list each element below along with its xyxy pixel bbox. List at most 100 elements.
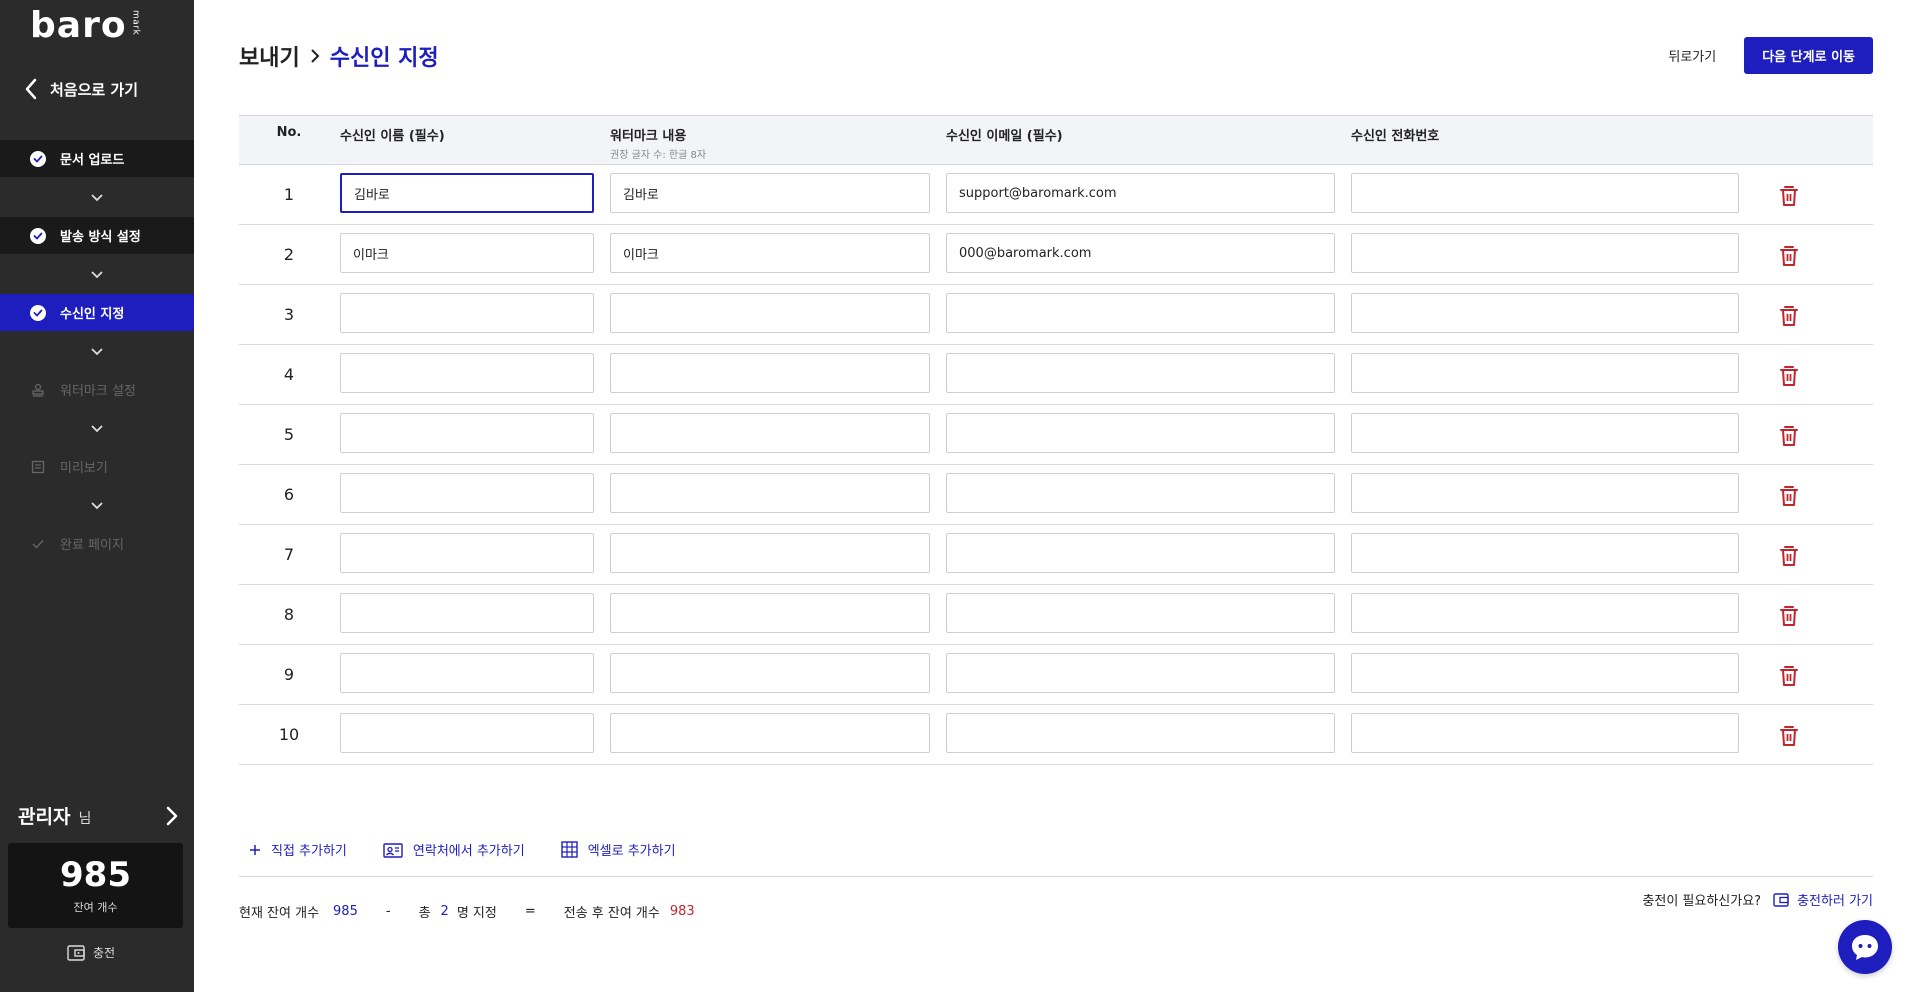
- recipient-phone-input[interactable]: [1351, 233, 1739, 273]
- after-balance-label: 전송 후 잔여 개수: [563, 906, 660, 921]
- back-home-link[interactable]: 처음으로 가기: [24, 78, 138, 100]
- after-balance-value: 983: [669, 904, 695, 919]
- back-button[interactable]: 뒤로가기: [1668, 46, 1716, 65]
- breadcrumb-current: 수신인 지정: [329, 46, 439, 71]
- add-contacts-label: 연락처에서 추가하기: [412, 844, 525, 859]
- watermark-input[interactable]: [610, 653, 930, 693]
- recipient-email-input[interactable]: [946, 293, 1335, 333]
- recipient-name-input[interactable]: [340, 233, 594, 273]
- recipient-email-input[interactable]: [946, 413, 1335, 453]
- table-row: 9: [239, 645, 1873, 705]
- breadcrumb-root[interactable]: 보내기: [239, 40, 300, 72]
- plus-icon: [250, 844, 260, 855]
- add-excel-label: 엑셀로 추가하기: [587, 844, 676, 859]
- add-contacts-button[interactable]: 연락처에서 추가하기: [383, 840, 525, 859]
- step-send-method[interactable]: 발송 방식 설정: [0, 217, 194, 254]
- recipient-email-input[interactable]: [946, 593, 1335, 633]
- recipient-name-input[interactable]: [340, 653, 594, 693]
- recipient-name-input[interactable]: [340, 173, 594, 213]
- recipient-name-input[interactable]: [340, 473, 594, 513]
- recipient-phone-input[interactable]: [1351, 413, 1739, 453]
- table-header: No. 수신인 이름 (필수) 워터마크 내용 권장 글자 수: 한글 8자 수…: [239, 115, 1873, 165]
- charge-link[interactable]: 충전: [67, 944, 115, 961]
- recipient-phone-input[interactable]: [1351, 533, 1739, 573]
- recipient-email-input[interactable]: [946, 233, 1335, 273]
- admin-profile[interactable]: 관리자 님: [18, 802, 178, 829]
- trash-icon[interactable]: [1779, 605, 1799, 627]
- recipient-email-input[interactable]: [946, 353, 1335, 393]
- table-row: 5: [239, 405, 1873, 465]
- recipient-name-input[interactable]: [340, 593, 594, 633]
- recipient-phone-input[interactable]: [1351, 713, 1739, 753]
- admin-name-text: 관리자: [18, 806, 71, 828]
- recipient-phone-input[interactable]: [1351, 353, 1739, 393]
- watermark-input[interactable]: [610, 173, 930, 213]
- current-balance-label: 현재 잔여 개수: [239, 906, 320, 921]
- trash-icon[interactable]: [1779, 485, 1799, 507]
- recipient-name-input[interactable]: [340, 293, 594, 333]
- recipient-name-input[interactable]: [340, 353, 594, 393]
- step-connector: [0, 177, 194, 217]
- admin-suffix: 님: [78, 811, 92, 827]
- recipient-email-input[interactable]: [946, 533, 1335, 573]
- grid-icon: [560, 841, 578, 858]
- step-connector: [0, 408, 194, 448]
- recipient-email-input[interactable]: [946, 173, 1335, 213]
- watermark-input[interactable]: [610, 593, 930, 633]
- add-direct-button[interactable]: 직접 추가하기: [249, 840, 347, 859]
- watermark-input[interactable]: [610, 413, 930, 453]
- total-prefix: 총: [418, 906, 431, 921]
- charge-prompt: 충전이 필요하신가요? 충전하러 가기: [1642, 890, 1873, 909]
- stamp-icon: [30, 382, 46, 398]
- row-number: 2: [283, 245, 295, 264]
- watermark-input[interactable]: [610, 353, 930, 393]
- recipient-phone-input[interactable]: [1351, 293, 1739, 333]
- recipient-phone-input[interactable]: [1351, 593, 1739, 633]
- header-actions: 뒤로가기 다음 단계로 이동: [1668, 37, 1873, 74]
- row-number: 6: [283, 485, 295, 504]
- chevron-left-icon: [25, 78, 37, 100]
- go-charge-label: 충전하러 가기: [1797, 894, 1873, 909]
- trash-icon[interactable]: [1779, 365, 1799, 387]
- trash-icon[interactable]: [1779, 545, 1799, 567]
- trash-icon[interactable]: [1779, 665, 1799, 687]
- watermark-input[interactable]: [610, 533, 930, 573]
- col-no: No.: [276, 125, 302, 140]
- recipient-email-input[interactable]: [946, 713, 1335, 753]
- add-direct-label: 직접 추가하기: [271, 844, 347, 859]
- recipient-phone-input[interactable]: [1351, 653, 1739, 693]
- step-label: 워터마크 설정: [60, 384, 136, 399]
- trash-icon[interactable]: [1779, 305, 1799, 327]
- watermark-input[interactable]: [610, 293, 930, 333]
- logo-text: baro: [30, 5, 127, 46]
- watermark-input[interactable]: [610, 713, 930, 753]
- balance-label: 잔여 개수: [73, 901, 118, 914]
- recipient-name-input[interactable]: [340, 713, 594, 753]
- trash-icon[interactable]: [1779, 425, 1799, 447]
- table-row: 2: [239, 225, 1873, 285]
- total-suffix: 명 지정: [456, 906, 497, 921]
- check-circle-icon: [30, 227, 46, 244]
- preview-icon: [30, 459, 46, 475]
- step-upload[interactable]: 문서 업로드: [0, 140, 194, 177]
- trash-icon[interactable]: [1779, 725, 1799, 747]
- chat-button[interactable]: [1838, 920, 1892, 974]
- logo[interactable]: baro mark: [30, 8, 141, 44]
- watermark-input[interactable]: [610, 233, 930, 273]
- table-row: 3: [239, 285, 1873, 345]
- trash-icon[interactable]: [1779, 245, 1799, 267]
- recipient-name-input[interactable]: [340, 533, 594, 573]
- trash-icon[interactable]: [1779, 185, 1799, 207]
- chevron-right-icon: [166, 806, 178, 825]
- next-step-button[interactable]: 다음 단계로 이동: [1744, 37, 1873, 74]
- step-recipients[interactable]: 수신인 지정: [0, 294, 194, 331]
- recipient-phone-input[interactable]: [1351, 173, 1739, 213]
- recipient-name-input[interactable]: [340, 413, 594, 453]
- recipient-email-input[interactable]: [946, 653, 1335, 693]
- watermark-input[interactable]: [610, 473, 930, 513]
- go-charge-link[interactable]: 충전하러 가기: [1773, 890, 1873, 909]
- recipient-table: No. 수신인 이름 (필수) 워터마크 내용 권장 글자 수: 한글 8자 수…: [239, 115, 1873, 765]
- add-excel-button[interactable]: 엑셀로 추가하기: [560, 840, 676, 859]
- recipient-email-input[interactable]: [946, 473, 1335, 513]
- recipient-phone-input[interactable]: [1351, 473, 1739, 513]
